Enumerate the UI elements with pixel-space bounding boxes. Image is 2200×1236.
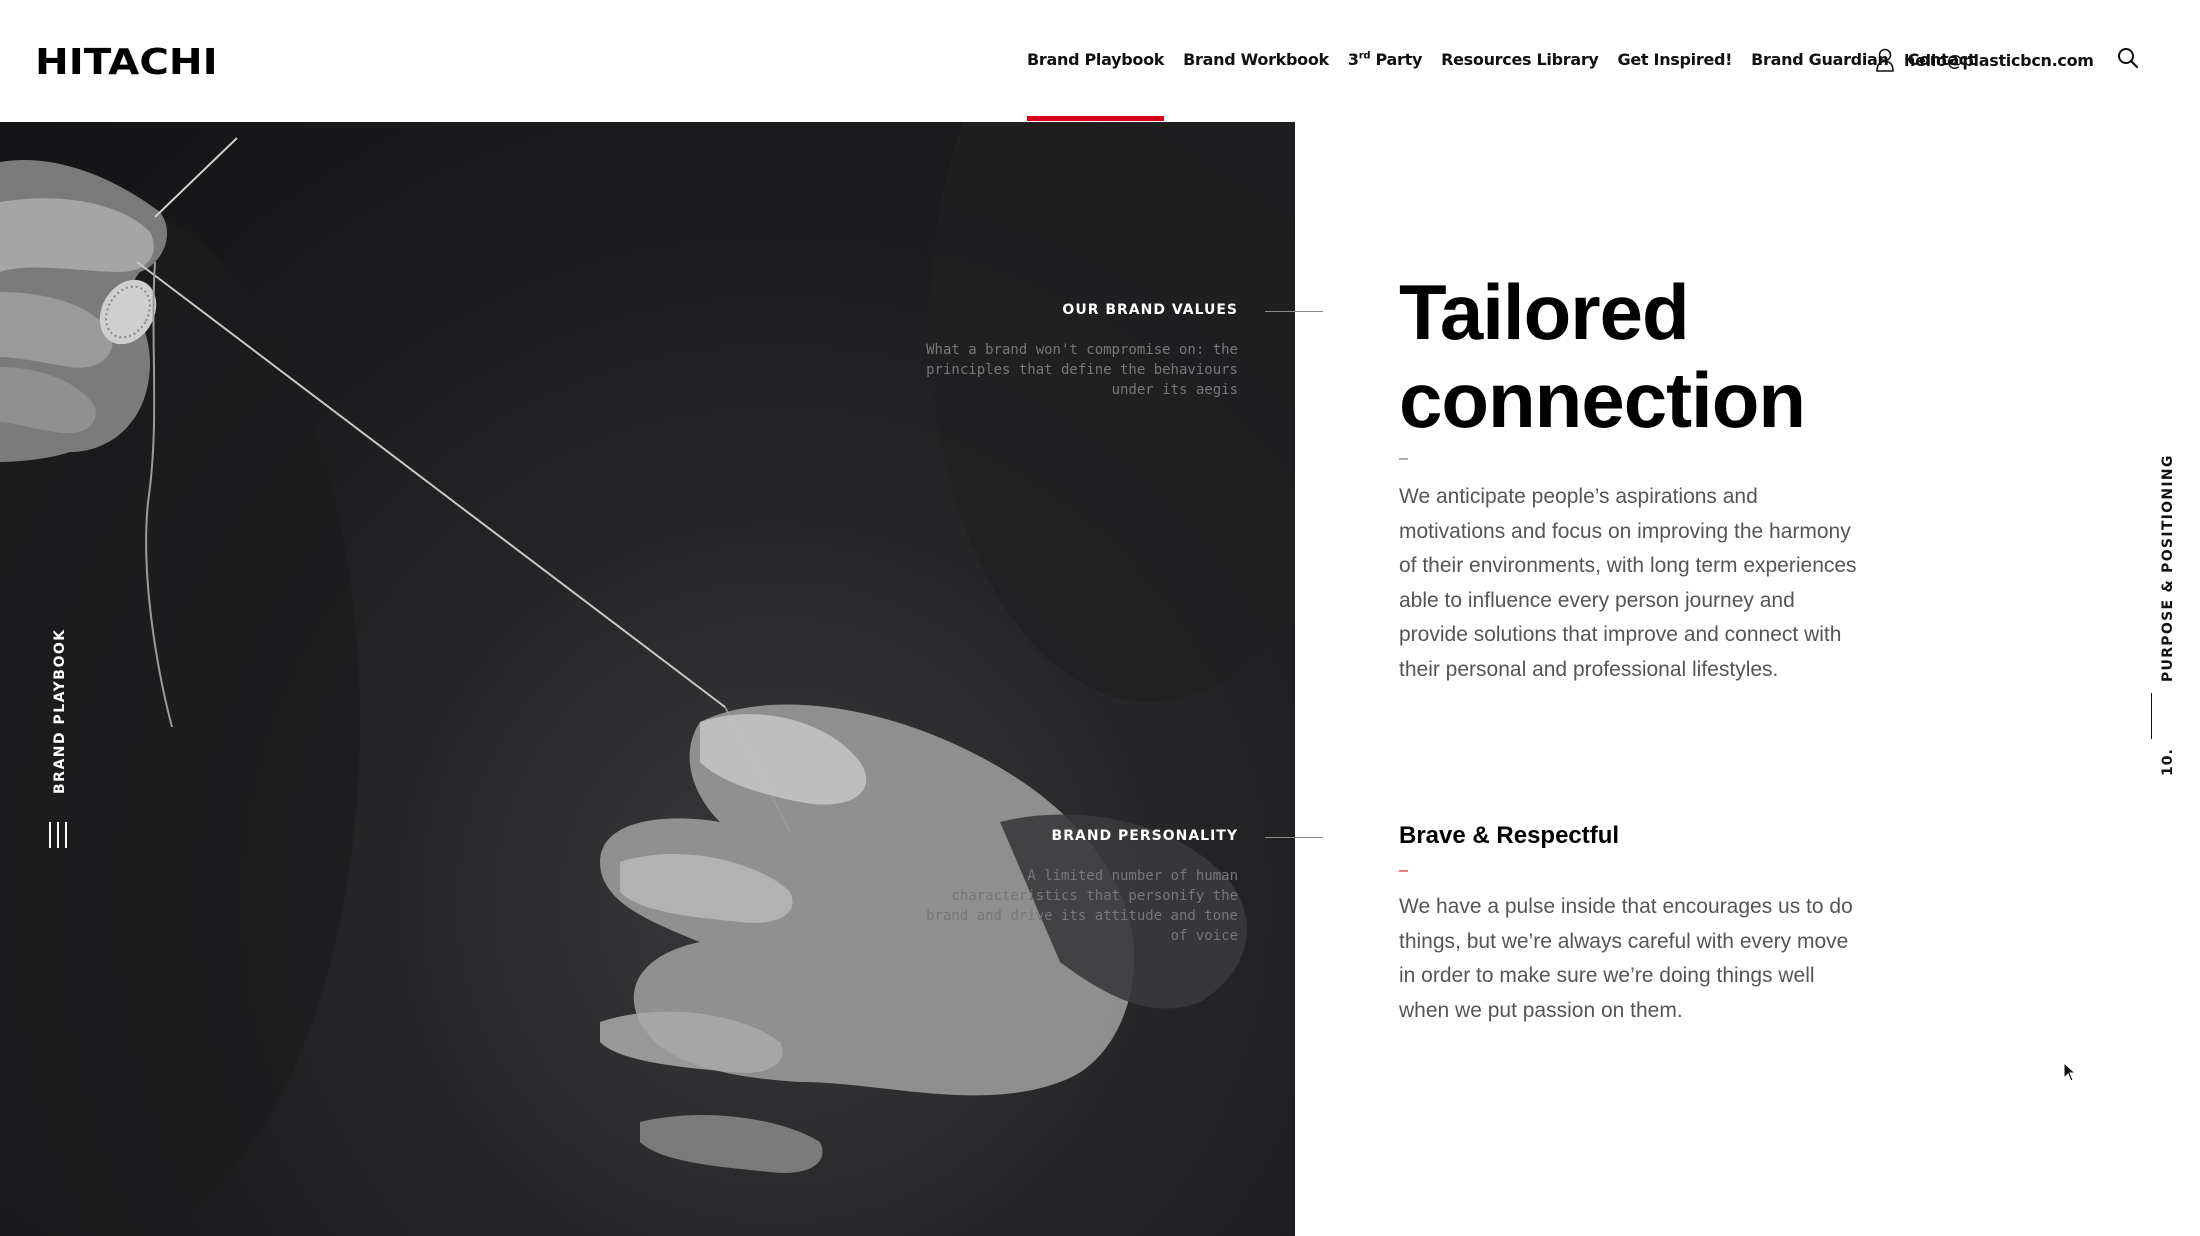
nav-third-party[interactable]: 3rd Party — [1348, 50, 1422, 69]
annotation-brand-personality-title: BRAND PERSONALITY — [1051, 828, 1238, 844]
subtitle-paragraph: We have a pulse inside that encourages u… — [1399, 895, 1853, 1022]
nav-brand-guardian[interactable]: Brand Guardian — [1751, 50, 1889, 69]
annotation-brand-personality-desc: A limited number of human characteristic… — [926, 868, 1238, 944]
subtitle-dash: – — [1399, 862, 1408, 879]
hitachi-logo[interactable]: HITACHI — [35, 42, 218, 83]
annotation-brand-personality[interactable]: BRAND PERSONALITY A limited number of hu… — [908, 828, 1238, 946]
page-title-line-1: Tailored — [1399, 268, 1690, 356]
annotation-line — [1265, 311, 1295, 312]
user-email: hello@plasticbcn.com — [1904, 50, 2094, 70]
hero-image: BRAND PLAYBOOK OUR BRAND VALUES What a b… — [0, 122, 1295, 1236]
nav-third-party-number: 3 — [1347, 50, 1359, 69]
search-icon — [2118, 48, 2139, 69]
site-header: HITACHI Brand Playbook Brand Workbook 3r… — [0, 0, 2200, 122]
nav-third-party-label: Party — [1370, 50, 1423, 69]
annotation-brand-values-desc: What a brand won't compromise on: the pr… — [926, 342, 1238, 398]
page-title-line-2: connection — [1399, 356, 1806, 444]
section-divider-line — [2151, 693, 2152, 739]
title-dash: – — [1399, 450, 1408, 467]
nav-resources-library[interactable]: Resources Library — [1441, 50, 1599, 69]
search-button[interactable] — [2117, 47, 2139, 74]
annotation-line — [1265, 837, 1295, 838]
user-account[interactable]: hello@plasticbcn.com — [1876, 48, 2094, 72]
hands-with-thread-illustration — [0, 122, 1295, 1236]
main-nav: Brand Playbook Brand Workbook 3rd Party … — [1027, 50, 1994, 121]
annotation-line-extension — [1295, 837, 1323, 838]
mouse-cursor-icon — [2063, 1061, 2077, 1087]
nav-get-inspired[interactable]: Get Inspired! — [1618, 50, 1733, 69]
nav-brand-playbook[interactable]: Brand Playbook — [1027, 50, 1164, 121]
nav-third-party-suffix: rd — [1358, 50, 1371, 62]
side-label-brand-playbook: BRAND PLAYBOOK — [52, 628, 68, 794]
intro-paragraph: We anticipate people’s aspirations and m… — [1399, 485, 1857, 681]
page-title: Tailored connection — [1399, 268, 1806, 444]
user-icon — [1876, 48, 1894, 72]
annotation-line-extension — [1295, 311, 1323, 312]
annotation-brand-values[interactable]: OUR BRAND VALUES What a brand won't comp… — [908, 302, 1238, 400]
section-subtitle: Brave & Respectful — [1399, 822, 1620, 849]
section-label: PURPOSE & POSITIONING — [2160, 454, 2176, 682]
nav-brand-workbook[interactable]: Brand Workbook — [1183, 50, 1329, 69]
annotation-brand-values-title: OUR BRAND VALUES — [1062, 302, 1238, 318]
section-number: 10. — [2160, 748, 2176, 776]
menu-bars-icon[interactable] — [49, 822, 67, 848]
